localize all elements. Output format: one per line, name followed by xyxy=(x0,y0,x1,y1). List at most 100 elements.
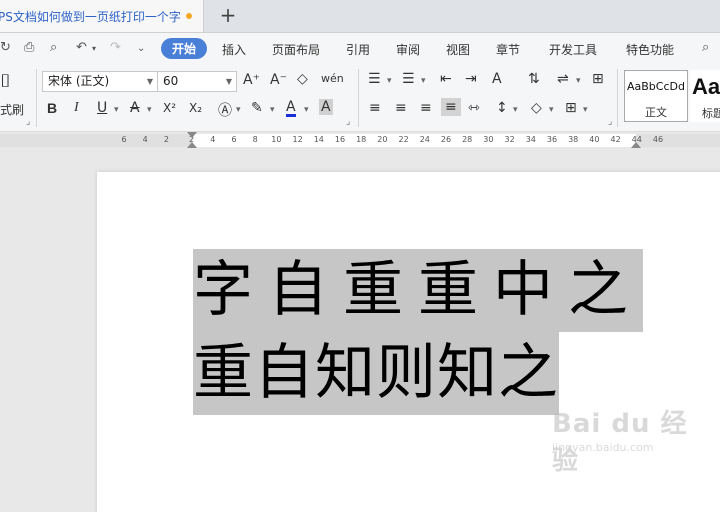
ruler-tick-label: 38 xyxy=(568,135,579,144)
document-line-1[interactable]: 字自重重中之 xyxy=(193,249,643,332)
bold-button[interactable]: B xyxy=(47,100,57,116)
tab-page-layout[interactable]: 页面布局 xyxy=(272,41,320,58)
tab-view[interactable]: 视图 xyxy=(446,41,470,58)
italic-button[interactable]: I xyxy=(74,100,79,116)
chevron-down-icon[interactable]: ▾ xyxy=(304,105,309,115)
tab-developer[interactable]: 开发工具 xyxy=(549,41,597,58)
shrink-font-button[interactable]: A⁻ xyxy=(270,72,287,88)
line-spacing-icon[interactable]: ↕ xyxy=(496,100,508,116)
tab-home[interactable]: 开始 xyxy=(161,38,208,59)
ruler-tick-label: 14 xyxy=(313,135,324,144)
redo-icon[interactable]: ↷ xyxy=(110,40,121,55)
horizontal-ruler[interactable]: 6 4 2 2 4 6 8 10 12 14 16 18 20 22 24 26 28 30 32 34 36 38 40 4… xyxy=(0,132,720,150)
ruler-tick-label: 30 xyxy=(483,135,494,144)
align-left-icon[interactable]: ≡ xyxy=(369,100,381,116)
bullet-list-icon[interactable]: ☰ xyxy=(368,71,381,87)
undo-dropdown-icon[interactable]: ▾ xyxy=(92,44,96,53)
pinyin-guide-button[interactable]: wén xyxy=(321,72,344,85)
clipboard-expand-icon[interactable]: ⌟ xyxy=(26,117,30,127)
document-tab[interactable]: PS文档如何做到一页纸打印一个字 xyxy=(0,0,204,32)
ruler-tick-label: 4 xyxy=(210,135,216,144)
decrease-indent-icon[interactable]: ⇤ xyxy=(440,71,452,87)
ruler-tick-label: 26 xyxy=(440,135,452,144)
borders-icon[interactable]: ⊞ xyxy=(565,100,577,116)
ruler-tick-label: 28 xyxy=(462,135,473,144)
print-icon[interactable]: ⎙ xyxy=(24,40,34,55)
justify-icon[interactable]: ≡ xyxy=(441,98,461,116)
shading-icon[interactable]: ◇ xyxy=(531,100,542,116)
increase-indent-icon[interactable]: ⇥ xyxy=(465,71,477,87)
ribbon-home: ⌷ 式刷 ⌟ 宋体 (正文) ▼ 60 ▼ A⁺ A⁻ ◇ wén B I U … xyxy=(0,65,720,132)
ruler-tick-label: 8 xyxy=(252,135,258,144)
align-right-icon[interactable]: ≡ xyxy=(420,100,432,116)
chevron-down-icon[interactable]: ▾ xyxy=(147,105,152,115)
sort-icon[interactable]: ⇅ xyxy=(528,71,540,87)
spacing-icon[interactable]: ⇌ xyxy=(557,71,569,87)
undo-icon[interactable]: ↶ xyxy=(76,40,87,55)
first-line-indent-marker[interactable] xyxy=(187,132,197,138)
watermark-brand: Bai du 经验 xyxy=(552,409,688,476)
font-size-select[interactable]: 60 ▼ xyxy=(157,71,237,92)
document-line-2[interactable]: 重自知则知之 xyxy=(193,332,559,415)
ruler-tick-label: 4 xyxy=(142,135,148,144)
subscript-button[interactable]: X₂ xyxy=(189,101,202,115)
right-indent-marker[interactable] xyxy=(631,142,641,148)
left-indent-marker[interactable] xyxy=(187,142,197,148)
tab-review[interactable]: 审阅 xyxy=(396,41,420,58)
ruler-tick-label: 6 xyxy=(231,135,237,144)
highlight-pen-icon[interactable]: ✎ xyxy=(251,100,263,116)
chevron-down-icon[interactable]: ▾ xyxy=(583,105,588,115)
tab-references[interactable]: 引用 xyxy=(346,41,370,58)
quick-access-more-icon[interactable]: ⌄ xyxy=(137,43,145,54)
style-normal-name: 正文 xyxy=(645,106,667,119)
font-name-select[interactable]: 宋体 (正文) ▼ xyxy=(42,71,158,92)
paragraph-expand-icon[interactable]: ⌟ xyxy=(608,117,612,127)
chevron-down-icon[interactable]: ▾ xyxy=(421,76,426,86)
chevron-down-icon[interactable]: ▾ xyxy=(270,105,275,115)
separator xyxy=(617,69,618,127)
show-marks-icon[interactable]: ⊞ xyxy=(592,71,604,87)
chevron-down-icon[interactable]: ▾ xyxy=(576,76,581,86)
baidu-watermark: Bai du 经验 jingyan.baidu.com xyxy=(552,403,702,476)
distribute-icon[interactable]: ⇿ xyxy=(468,100,480,116)
font-expand-icon[interactable]: ⌟ xyxy=(346,117,350,127)
tab-section[interactable]: 章节 xyxy=(496,41,520,58)
chevron-down-icon[interactable]: ▾ xyxy=(236,105,241,115)
style-normal[interactable]: AaBbCcDd 正文 xyxy=(624,70,688,122)
ruler-tick-label: 24 xyxy=(419,135,430,144)
ruler-tick-label: 10 xyxy=(271,135,282,144)
plus-icon[interactable]: + xyxy=(218,4,238,26)
character-shading-button[interactable]: A xyxy=(319,99,333,115)
format-painter-label[interactable]: 式刷 xyxy=(0,101,24,118)
clear-format-icon[interactable]: ◇ xyxy=(297,71,308,87)
superscript-button[interactable]: X² xyxy=(163,101,176,115)
underline-button[interactable]: U xyxy=(97,100,107,116)
chevron-down-icon: ▼ xyxy=(146,77,153,86)
strikethrough-button[interactable]: A xyxy=(130,100,140,116)
tab-features[interactable]: 特色功能 xyxy=(626,41,674,58)
ruler-tick-label: 12 xyxy=(292,135,303,144)
ruler-tick-label: 6 xyxy=(121,135,127,144)
ruler-tick-label: 46 xyxy=(652,135,664,144)
text-effect-icon[interactable]: Ⓐ xyxy=(218,100,232,120)
style-heading[interactable]: AaI 标题 xyxy=(690,70,720,122)
separator xyxy=(36,69,37,127)
style-heading-sample: AaI xyxy=(692,74,720,99)
ruler-tick-label: 36 xyxy=(546,135,558,144)
search-icon[interactable]: ⌕ xyxy=(702,40,709,55)
numbered-list-icon[interactable]: ☰ xyxy=(402,71,415,87)
text-direction-icon[interactable]: A xyxy=(492,71,502,87)
ruler-tick-label: 42 xyxy=(610,135,621,144)
print-preview-icon[interactable]: ⌕ xyxy=(50,40,57,55)
grow-font-button[interactable]: A⁺ xyxy=(243,72,260,88)
ruler-tick-label: 18 xyxy=(356,135,367,144)
chevron-down-icon[interactable]: ▾ xyxy=(114,105,119,115)
format-painter-icon[interactable]: ⌷ xyxy=(0,71,11,92)
chevron-down-icon[interactable]: ▾ xyxy=(549,105,554,115)
tab-insert[interactable]: 插入 xyxy=(222,41,246,58)
chevron-down-icon[interactable]: ▾ xyxy=(513,105,518,115)
chevron-down-icon[interactable]: ▾ xyxy=(387,76,392,86)
sync-icon[interactable]: ↻ xyxy=(0,40,11,55)
font-color-button[interactable]: A xyxy=(286,100,296,117)
align-center-icon[interactable]: ≡ xyxy=(395,100,407,116)
